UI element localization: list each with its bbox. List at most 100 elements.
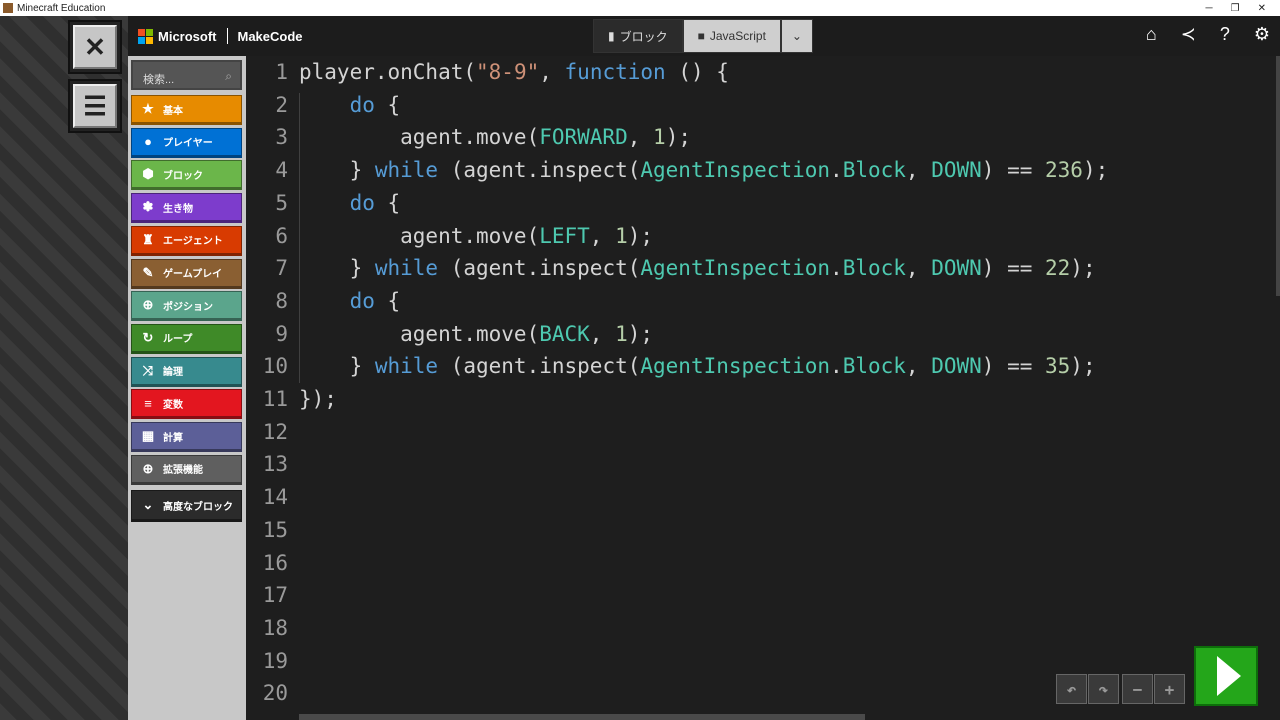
- plus-circle-icon: ⊕: [142, 460, 154, 476]
- category-list[interactable]: ≡ 変数: [131, 389, 242, 420]
- code-line[interactable]: agent.move(BACK, 1);: [299, 322, 653, 346]
- line-number: 5: [275, 190, 288, 215]
- category-agent[interactable]: ♜ エージェント: [131, 225, 242, 256]
- category-wrench[interactable]: ✎ ゲームプレイ: [131, 258, 242, 289]
- star-icon: ★: [142, 101, 154, 116]
- code-token-id: .: [830, 256, 843, 281]
- indent-guide: [299, 93, 300, 383]
- category-shuffle[interactable]: ⤨ 論理: [131, 356, 242, 387]
- code-token-id: );: [665, 125, 691, 150]
- app-icon: [3, 3, 13, 13]
- category-label: 高度なブロック: [163, 501, 233, 513]
- line-number: 11: [262, 387, 288, 411]
- category-label: ポジション: [163, 301, 213, 313]
- category-label: エージェント: [163, 236, 223, 248]
- code-token-id: (agent.inspect(: [438, 256, 641, 281]
- undo-button[interactable]: ↶: [1056, 674, 1087, 704]
- code-token-id: ,: [905, 354, 932, 379]
- code-token-id: }: [299, 256, 375, 281]
- code-token-type: DOWN: [931, 256, 982, 281]
- code-token-type: AgentInspection: [640, 256, 831, 281]
- puzzle-icon: ▮: [608, 29, 615, 43]
- line-number: 8: [275, 288, 288, 313]
- horizontal-scrollbar[interactable]: [299, 714, 865, 720]
- chevron-down-icon: ⌄: [142, 497, 154, 512]
- divider: [226, 28, 228, 44]
- category-cube[interactable]: ⬢ ブロック: [131, 160, 242, 191]
- code-token-num: 22: [1045, 256, 1071, 281]
- code-token-num: 1: [615, 321, 628, 346]
- vertical-scrollbar[interactable]: [1276, 56, 1280, 296]
- redo-button[interactable]: ↷: [1088, 674, 1119, 704]
- paw-icon: ✽: [142, 199, 154, 215]
- code-line[interactable]: player.onChat("8-9", function () {: [299, 60, 729, 84]
- minimize-button[interactable]: ─: [1206, 3, 1213, 14]
- code-token-kw: while: [374, 256, 439, 281]
- zoom-in-button[interactable]: +: [1154, 674, 1185, 704]
- zoom-out-button[interactable]: −: [1122, 674, 1153, 704]
- line-number: 14: [262, 485, 288, 510]
- code-line[interactable]: do {: [299, 288, 401, 313]
- code-token-kw: while: [374, 354, 439, 379]
- run-button[interactable]: [1194, 646, 1258, 706]
- window-titlebar: Minecraft Education ─ ❐ ✕: [0, 0, 1280, 16]
- agent-icon: ♜: [142, 231, 154, 247]
- code-token-id: ) ==: [981, 256, 1045, 281]
- tab-javascript[interactable]: ■ JavaScript: [682, 19, 781, 53]
- category-crosshair[interactable]: ⊕ ポジション: [131, 291, 242, 322]
- code-token-type: AgentInspection: [640, 354, 831, 379]
- code-editor[interactable]: 1 2 3 4 5 6 7 8 9 10 11 12 13 14 15 16 17 18 19 20 player.on…: [246, 56, 1280, 720]
- menu-button[interactable]: ☰: [68, 79, 122, 133]
- code-token-type: DOWN: [931, 158, 982, 183]
- category-chevron-down[interactable]: ⌄ 高度なブロック: [131, 490, 242, 522]
- close-window-button[interactable]: ✕: [1258, 3, 1266, 14]
- code-line[interactable]: } while (agent.inspect(AgentInspection.B…: [299, 256, 1096, 280]
- header: Microsoft MakeCode ▮ ブロック ■ JavaScript ⌄ ⌂…: [128, 16, 1280, 56]
- code-token-id: {: [374, 92, 401, 117]
- category-label: 変数: [163, 399, 183, 411]
- share-icon[interactable]: ≺: [1181, 24, 1196, 45]
- code-line[interactable]: do {: [299, 92, 401, 117]
- restore-button[interactable]: ❐: [1231, 3, 1240, 14]
- code-token-id: agent.move(: [299, 321, 540, 346]
- line-number: 12: [262, 419, 288, 444]
- line-number: 16: [262, 550, 288, 575]
- code-token-id: {: [374, 288, 401, 313]
- code-token-id: ,: [589, 321, 616, 346]
- line-number: 18: [262, 615, 288, 640]
- brand-makecode[interactable]: MakeCode: [238, 29, 303, 44]
- category-paw[interactable]: ✽ 生き物: [131, 193, 242, 224]
- code-token-str: "8-9": [476, 60, 540, 84]
- code-line[interactable]: });: [299, 387, 337, 411]
- tab-blocks[interactable]: ▮ ブロック: [593, 19, 683, 53]
- tab-javascript-label: JavaScript: [709, 29, 766, 43]
- code-line[interactable]: agent.move(LEFT, 1);: [299, 224, 653, 248]
- language-dropdown-button[interactable]: ⌄: [780, 19, 813, 53]
- code-token-kw: while: [374, 158, 439, 183]
- line-number: 10: [262, 354, 288, 379]
- code-line[interactable]: do {: [299, 191, 401, 215]
- home-icon[interactable]: ⌂: [1146, 24, 1157, 45]
- category-calculator[interactable]: ▦ 計算: [131, 422, 242, 452]
- code-token-type: DOWN: [931, 354, 982, 379]
- code-line[interactable]: } while (agent.inspect(AgentInspection.B…: [299, 354, 1096, 378]
- person-icon: ●: [144, 134, 152, 150]
- category-plus-circle[interactable]: ⊕ 拡張機能: [131, 454, 242, 485]
- list-icon: ≡: [144, 395, 152, 411]
- category-loop[interactable]: ↻ ループ: [131, 323, 242, 354]
- microsoft-logo-icon: [138, 28, 153, 44]
- code-token-kw: function: [564, 60, 666, 84]
- category-star[interactable]: ★ 基本: [131, 95, 242, 125]
- code-line[interactable]: } while (agent.inspect(AgentInspection.B…: [299, 158, 1109, 183]
- settings-gear-icon[interactable]: ⚙: [1254, 24, 1270, 45]
- search-input[interactable]: 検索... ⌕: [131, 60, 242, 90]
- line-number: 6: [275, 223, 288, 248]
- minecraft-world-background: ✕ ☰: [0, 16, 128, 720]
- code-token-num: 1: [615, 223, 628, 248]
- category-label: 基本: [163, 105, 183, 117]
- category-person[interactable]: ● プレイヤー: [131, 127, 242, 158]
- close-editor-button[interactable]: ✕: [68, 20, 122, 74]
- help-icon[interactable]: ?: [1220, 24, 1230, 45]
- code-line[interactable]: agent.move(FORWARD, 1);: [299, 125, 691, 149]
- code-token-id: ,: [539, 60, 565, 84]
